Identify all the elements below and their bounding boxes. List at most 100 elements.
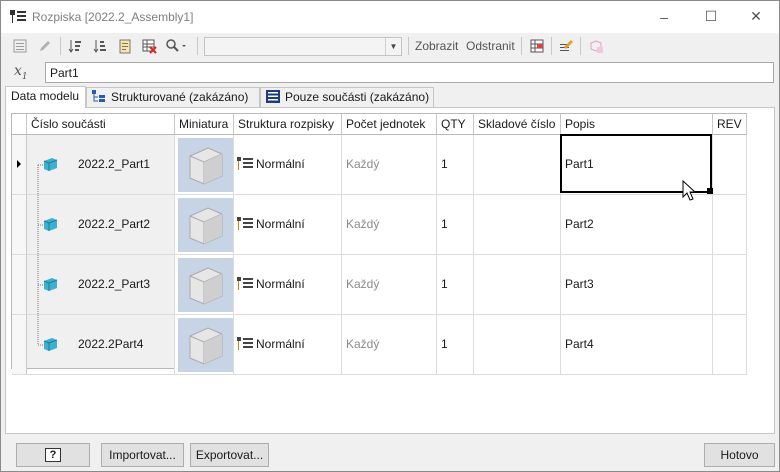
tab-structured[interactable]: Strukturované (zakázáno) bbox=[86, 87, 260, 107]
structured-icon bbox=[92, 90, 105, 102]
column-header[interactable]: Popis bbox=[561, 114, 713, 135]
row-selector[interactable] bbox=[12, 315, 27, 375]
unit-cell[interactable]: Každý bbox=[342, 255, 437, 315]
part-number-cell[interactable]: 2022.2_Part1 bbox=[27, 135, 175, 195]
part-thumbnail bbox=[178, 258, 233, 312]
unit-cell[interactable]: Každý bbox=[342, 135, 437, 195]
qty-cell[interactable]: 1 bbox=[437, 315, 474, 375]
import-button[interactable]: Importovat... bbox=[101, 443, 184, 467]
export-data-button[interactable] bbox=[556, 37, 576, 55]
find-dropdown-button[interactable] bbox=[163, 37, 191, 55]
table-row[interactable]: 2022.2_Part2 Normální Každý 1 Part2 bbox=[12, 195, 747, 255]
export-button[interactable]: Exportovat... bbox=[190, 443, 269, 467]
qty-cell[interactable]: 1 bbox=[437, 255, 474, 315]
bom-structure-icon bbox=[237, 337, 253, 350]
table-row[interactable]: 2022.2_Part3 Normální Každý 1 Part3 bbox=[12, 255, 747, 315]
bom-grid-panel: Číslo součásti Miniatura Struktura rozpi… bbox=[5, 107, 775, 434]
description-cell[interactable]: Part4 bbox=[561, 315, 713, 375]
rev-cell[interactable] bbox=[713, 255, 747, 315]
sort-descending-button[interactable] bbox=[90, 37, 110, 55]
title-bar: Rozpiska [2022.2_Assembly1] – ☐ ✕ bbox=[1, 1, 779, 33]
thumbnail-cell[interactable] bbox=[175, 195, 234, 255]
sort-ascending-button[interactable] bbox=[65, 37, 85, 55]
thumbnail-cell[interactable] bbox=[175, 315, 234, 375]
current-row-icon bbox=[17, 160, 21, 168]
x-sub-icon[interactable]: x1 bbox=[14, 63, 28, 82]
tab-label: Strukturované (zakázáno) bbox=[111, 90, 249, 104]
part-icon bbox=[43, 338, 58, 351]
part-thumbnail bbox=[178, 318, 233, 372]
table-row[interactable]: 2022.2Part4 Normální Každý 1 Part4 bbox=[12, 315, 747, 375]
bom-structure-icon bbox=[237, 217, 253, 230]
tab-model-data[interactable]: Data modelu bbox=[5, 86, 86, 108]
description-cell[interactable]: Part3 bbox=[561, 255, 713, 315]
close-button[interactable]: ✕ bbox=[733, 1, 779, 32]
row-selector[interactable] bbox=[12, 255, 27, 315]
show-button[interactable]: Zobrazit bbox=[415, 39, 458, 53]
chevron-down-icon: ▼ bbox=[385, 38, 401, 55]
row-selector[interactable] bbox=[12, 195, 27, 255]
minimize-button[interactable]: – bbox=[641, 1, 687, 32]
mouse-cursor-icon bbox=[682, 180, 697, 201]
part-thumbnail bbox=[178, 138, 233, 192]
column-header[interactable]: Skladové číslo bbox=[474, 114, 561, 135]
fill-handle[interactable] bbox=[707, 188, 713, 194]
column-header[interactable]: QTY bbox=[437, 114, 474, 135]
unit-cell[interactable]: Každý bbox=[342, 195, 437, 255]
column-header[interactable]: Miniatura bbox=[175, 114, 234, 135]
view-combo[interactable]: ▼ bbox=[204, 37, 402, 56]
columns-button[interactable] bbox=[527, 37, 547, 55]
bom-app-icon bbox=[10, 10, 26, 23]
sort-descending-icon bbox=[93, 40, 106, 53]
tab-parts-only[interactable]: Pouze součásti (zakázáno) bbox=[260, 87, 434, 107]
bom-window: Rozpiska [2022.2_Assembly1] – ☐ ✕ ▼ Zobr… bbox=[0, 0, 780, 472]
thumbnail-cell[interactable] bbox=[175, 255, 234, 315]
help-button[interactable]: ? bbox=[16, 443, 90, 467]
cell-value-input[interactable]: Part1 bbox=[45, 62, 774, 83]
stock-number-cell[interactable] bbox=[474, 315, 561, 375]
thumbnail-cell[interactable] bbox=[175, 135, 234, 195]
qty-cell[interactable]: 1 bbox=[437, 195, 474, 255]
maximize-icon: ☐ bbox=[704, 8, 718, 24]
rev-cell[interactable] bbox=[713, 315, 747, 375]
structure-cell[interactable]: Normální bbox=[234, 135, 342, 195]
rev-cell[interactable] bbox=[713, 195, 747, 255]
column-header[interactable]: REV bbox=[713, 114, 747, 135]
add-custom-button[interactable] bbox=[586, 37, 606, 55]
toolbar-separator bbox=[60, 37, 61, 55]
maximize-button[interactable]: ☐ bbox=[688, 1, 734, 32]
toolbar-separator bbox=[580, 37, 581, 55]
remove-button[interactable]: Odstranit bbox=[466, 39, 515, 53]
structure-cell[interactable]: Normální bbox=[234, 255, 342, 315]
stock-number-cell[interactable] bbox=[474, 135, 561, 195]
column-header[interactable]: Počet jednotek bbox=[342, 114, 437, 135]
structure-cell[interactable]: Normální bbox=[234, 315, 342, 375]
column-header[interactable]: Struktura rozpisky bbox=[234, 114, 342, 135]
item-numbering-button[interactable] bbox=[115, 37, 135, 55]
rev-cell[interactable] bbox=[713, 135, 747, 195]
column-header[interactable]: Číslo součásti bbox=[27, 114, 175, 135]
delete-items-button[interactable] bbox=[139, 37, 159, 55]
sort-ascending-icon bbox=[68, 40, 81, 53]
dialog-footer: ? Importovat... Exportovat... Hotovo bbox=[1, 439, 779, 471]
stock-number-cell[interactable] bbox=[474, 195, 561, 255]
qty-cell[interactable]: 1 bbox=[437, 135, 474, 195]
done-button[interactable]: Hotovo bbox=[704, 443, 775, 467]
pencil-list-icon bbox=[560, 40, 573, 51]
description-cell[interactable]: Part2 bbox=[561, 195, 713, 255]
part-number-cell[interactable]: 2022.2_Part2 bbox=[27, 195, 175, 255]
part-number-cell[interactable]: 2022.2_Part3 bbox=[27, 255, 175, 315]
part-icon bbox=[43, 158, 58, 171]
unit-cell[interactable]: Každý bbox=[342, 315, 437, 375]
add-part-icon bbox=[590, 40, 603, 53]
row-selector[interactable] bbox=[12, 135, 27, 195]
clipboard-icon bbox=[119, 39, 131, 54]
part-number-cell[interactable]: 2022.2Part4 bbox=[27, 315, 175, 375]
view-list-icon bbox=[13, 39, 27, 53]
toolbar-separator bbox=[551, 37, 552, 55]
bom-table: Číslo součásti Miniatura Struktura rozpi… bbox=[11, 113, 747, 375]
view-list-button[interactable] bbox=[10, 37, 30, 55]
structure-cell[interactable]: Normální bbox=[234, 195, 342, 255]
edit-button[interactable] bbox=[35, 37, 55, 55]
stock-number-cell[interactable] bbox=[474, 255, 561, 315]
